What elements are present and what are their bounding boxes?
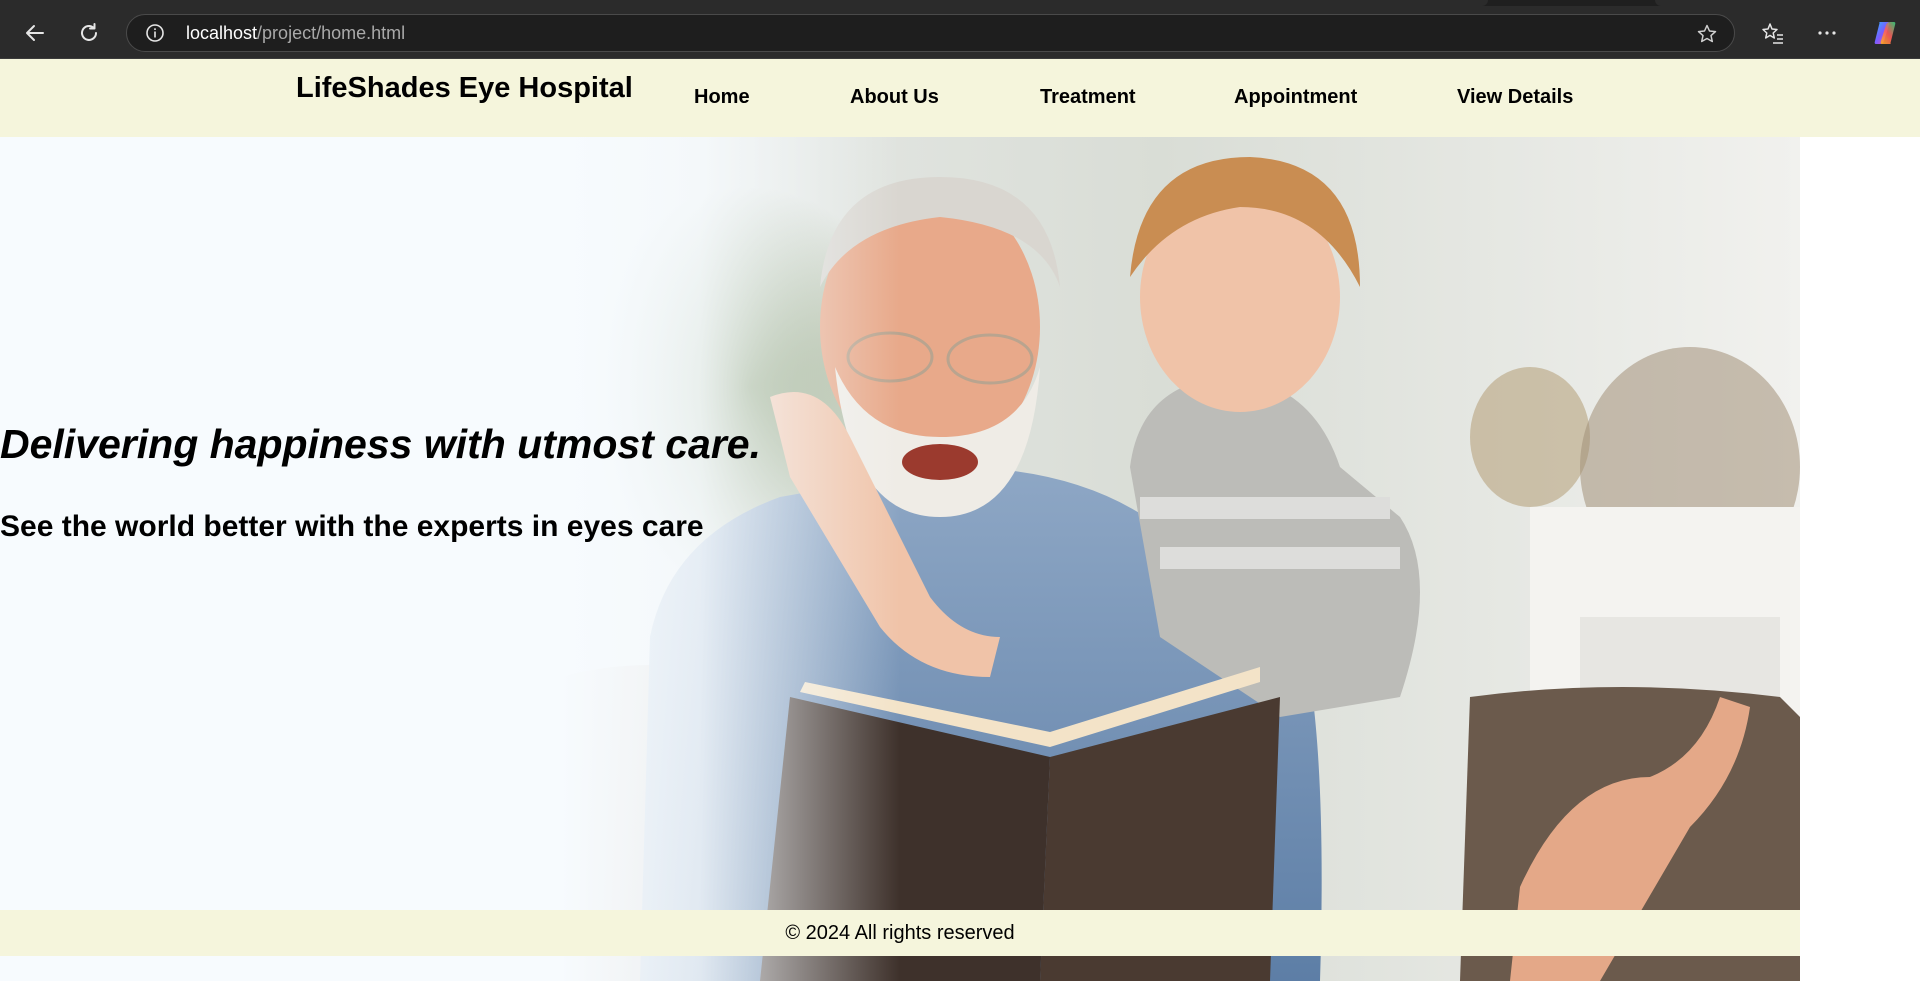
hero-tagline: Delivering happiness with utmost care. [0, 421, 761, 467]
footer-copyright: © 2024 All rights reserved [785, 921, 1015, 944]
nav-treatment[interactable]: Treatment [1040, 86, 1136, 109]
site-brand: LifeShades Eye Hospital [296, 72, 633, 104]
nav-appointment[interactable]: Appointment [1234, 86, 1357, 109]
url-host: localhost [186, 23, 258, 43]
favorites-icon[interactable] [1754, 15, 1792, 51]
browser-toolbar: localhost/project/home.html [0, 0, 1920, 59]
hero-subline: See the world better with the experts in… [0, 510, 704, 543]
url-path: /project/home.html [257, 23, 406, 43]
address-bar[interactable]: localhost/project/home.html [126, 14, 1735, 52]
nav-home[interactable]: Home [694, 86, 750, 109]
nav-about-us[interactable]: About Us [850, 86, 939, 109]
star-icon[interactable] [1696, 23, 1718, 45]
hero-image [520, 137, 1800, 981]
reload-icon[interactable] [70, 15, 108, 51]
back-icon[interactable] [16, 15, 54, 51]
more-icon[interactable] [1808, 15, 1846, 51]
web-page: Delivering happiness with utmost care. S… [0, 59, 1920, 981]
nav-view-details[interactable]: View Details [1457, 86, 1573, 109]
site-header: LifeShades Eye Hospital Home About Us Tr… [0, 59, 1920, 137]
copilot-icon[interactable] [1866, 15, 1904, 51]
hero-section: Delivering happiness with utmost care. S… [0, 59, 1800, 981]
url-text[interactable]: localhost/project/home.html [186, 23, 405, 43]
info-icon[interactable] [145, 23, 165, 43]
tab-strip [0, 0, 1920, 6]
site-footer: © 2024 All rights reserved [0, 910, 1800, 956]
